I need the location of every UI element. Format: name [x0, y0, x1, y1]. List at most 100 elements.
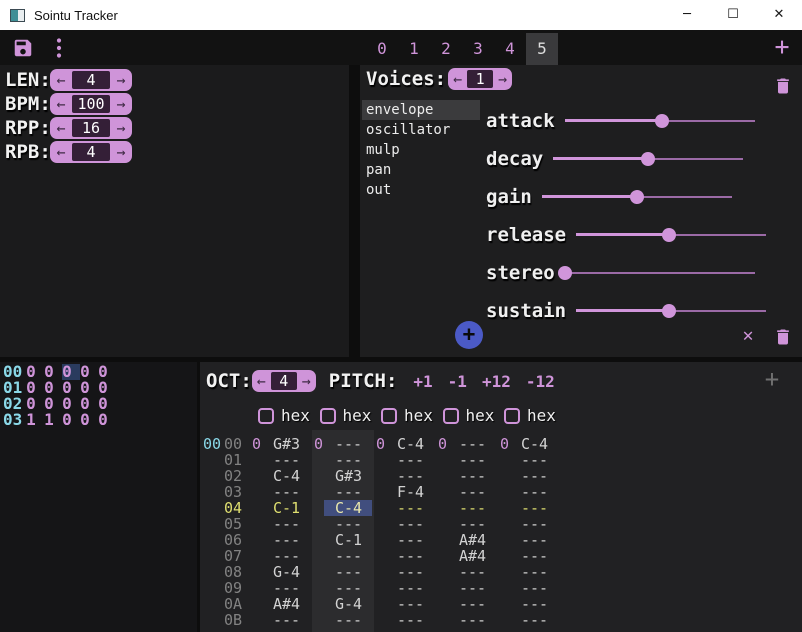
note-cell[interactable]: F-4 [388, 484, 436, 500]
note-cell[interactable]: --- [388, 516, 436, 532]
rpp-increment-arrow-icon[interactable]: → [110, 117, 132, 139]
note-cell[interactable]: --- [512, 452, 560, 468]
note-cell[interactable]: --- [264, 580, 312, 596]
note-cell[interactable]: --- [450, 484, 498, 500]
pattern-row-06[interactable]: 06---C-1---A#4--- [202, 532, 560, 548]
len-decrement-arrow-icon[interactable]: ← [50, 69, 72, 91]
note-cell[interactable]: --- [450, 564, 498, 580]
pattern-row-0A[interactable]: 0AA#4G-4--------- [202, 596, 560, 612]
note-cell[interactable]: --- [264, 532, 312, 548]
stereo-slider-thumb[interactable] [558, 266, 572, 280]
order-cell[interactable]: 1 [22, 412, 40, 428]
note-cell[interactable]: G#3 [326, 468, 374, 484]
gain-slider[interactable] [542, 190, 732, 204]
pattern-grid[interactable]: 00000G#30---0C-40---0C-401--------------… [202, 436, 560, 628]
note-cell[interactable]: C-4 [264, 468, 312, 484]
note-cell[interactable]: --- [450, 516, 498, 532]
attack-slider[interactable] [565, 114, 755, 128]
hex-checkbox-track-2[interactable] [381, 408, 397, 424]
tab-instrument-1[interactable]: 1 [398, 33, 430, 65]
note-cell[interactable]: --- [450, 596, 498, 612]
note-cell[interactable]: C-1 [264, 500, 312, 516]
note-cell[interactable]: A#4 [450, 548, 498, 564]
order-cell[interactable]: 0 [76, 412, 94, 428]
stereo-slider[interactable] [565, 266, 755, 280]
tab-instrument-0[interactable]: 0 [366, 33, 398, 65]
sustain-slider-thumb[interactable] [662, 304, 676, 318]
unit-item-mulp[interactable]: mulp [362, 140, 480, 160]
decay-slider-thumb[interactable] [641, 152, 655, 166]
add-unit-button[interactable]: + [455, 321, 483, 349]
order-cell[interactable]: 0 [58, 412, 76, 428]
bpm-decrement-arrow-icon[interactable]: ← [50, 93, 72, 115]
note-cell[interactable]: C-4 [512, 436, 560, 452]
note-cell[interactable]: --- [264, 548, 312, 564]
note-cell[interactable]: --- [388, 500, 436, 516]
release-slider-thumb[interactable] [662, 228, 676, 242]
decay-slider[interactable] [553, 152, 743, 166]
note-cell[interactable]: --- [388, 580, 436, 596]
note-cell[interactable]: --- [326, 436, 374, 452]
note-cell[interactable]: --- [264, 516, 312, 532]
pitch-button-plus12[interactable]: +12 [482, 372, 511, 391]
close-unit-button[interactable]: ✕ [737, 325, 759, 347]
note-cell[interactable]: C-4 [388, 436, 436, 452]
pattern-row-03[interactable]: 03------F-4------ [202, 484, 560, 500]
note-cell[interactable]: --- [388, 564, 436, 580]
tab-instrument-3[interactable]: 3 [462, 33, 494, 65]
hex-checkbox-track-1[interactable] [320, 408, 336, 424]
note-cell[interactable]: A#4 [264, 596, 312, 612]
menu-button[interactable] [52, 36, 66, 60]
unit-item-oscillator[interactable]: oscillator [362, 120, 480, 140]
note-cell[interactable]: C-1 [326, 532, 374, 548]
note-cell[interactable]: --- [512, 612, 560, 628]
note-cell[interactable]: --- [388, 548, 436, 564]
tab-instrument-2[interactable]: 2 [430, 33, 462, 65]
note-cell[interactable]: --- [264, 612, 312, 628]
note-cell[interactable]: --- [326, 612, 374, 628]
attack-slider-thumb[interactable] [655, 114, 669, 128]
note-cell[interactable]: --- [512, 532, 560, 548]
note-cell[interactable]: --- [264, 484, 312, 500]
gain-slider-thumb[interactable] [630, 190, 644, 204]
pattern-row-05[interactable]: 05--------------- [202, 516, 560, 532]
note-cell[interactable]: G-4 [326, 596, 374, 612]
order-cell[interactable]: 0 [94, 412, 112, 428]
note-cell[interactable]: --- [512, 468, 560, 484]
unit-item-out[interactable]: out [362, 180, 480, 200]
add-instrument-button[interactable]: + [769, 31, 795, 63]
pattern-row-01[interactable]: 01--------------- [202, 452, 560, 468]
note-cell[interactable]: --- [388, 468, 436, 484]
delete-instrument-button[interactable] [773, 75, 793, 97]
len-increment-arrow-icon[interactable]: → [110, 69, 132, 91]
unit-item-envelope[interactable]: envelope [362, 100, 480, 120]
delete-unit-button[interactable] [773, 326, 793, 348]
note-cell[interactable]: --- [326, 548, 374, 564]
add-track-button[interactable]: + [760, 365, 784, 393]
pitch-button-minus12[interactable]: -12 [526, 372, 555, 391]
hex-checkbox-track-0[interactable] [258, 408, 274, 424]
hex-checkbox-track-3[interactable] [443, 408, 459, 424]
octave-decrement-arrow-icon[interactable]: ← [252, 370, 271, 392]
note-cell[interactable]: --- [450, 580, 498, 596]
minimize-button[interactable]: ─ [664, 0, 710, 30]
order-cell[interactable]: 1 [40, 412, 58, 428]
note-cell[interactable]: --- [326, 516, 374, 532]
note-cell[interactable]: --- [388, 532, 436, 548]
note-cell[interactable]: --- [326, 564, 374, 580]
note-cell[interactable]: --- [512, 548, 560, 564]
rpb-increment-arrow-icon[interactable]: → [110, 141, 132, 163]
note-cell[interactable]: --- [512, 500, 560, 516]
order-row-03[interactable]: 0311000 [0, 412, 112, 428]
note-cell[interactable]: --- [326, 452, 374, 468]
pattern-row-00[interactable]: 00000G#30---0C-40---0C-4 [202, 436, 560, 452]
pattern-row-09[interactable]: 09--------------- [202, 580, 560, 596]
save-button[interactable] [12, 37, 34, 59]
tab-instrument-5[interactable]: 5 [526, 33, 558, 65]
unit-item-pan[interactable]: pan [362, 160, 480, 180]
pitch-button-plus1[interactable]: +1 [413, 372, 432, 391]
pattern-row-08[interactable]: 08G-4------------ [202, 564, 560, 580]
note-cell[interactable]: --- [326, 580, 374, 596]
pattern-row-04[interactable]: 04C-1C-4--------- [202, 500, 560, 516]
note-cell[interactable]: --- [388, 596, 436, 612]
